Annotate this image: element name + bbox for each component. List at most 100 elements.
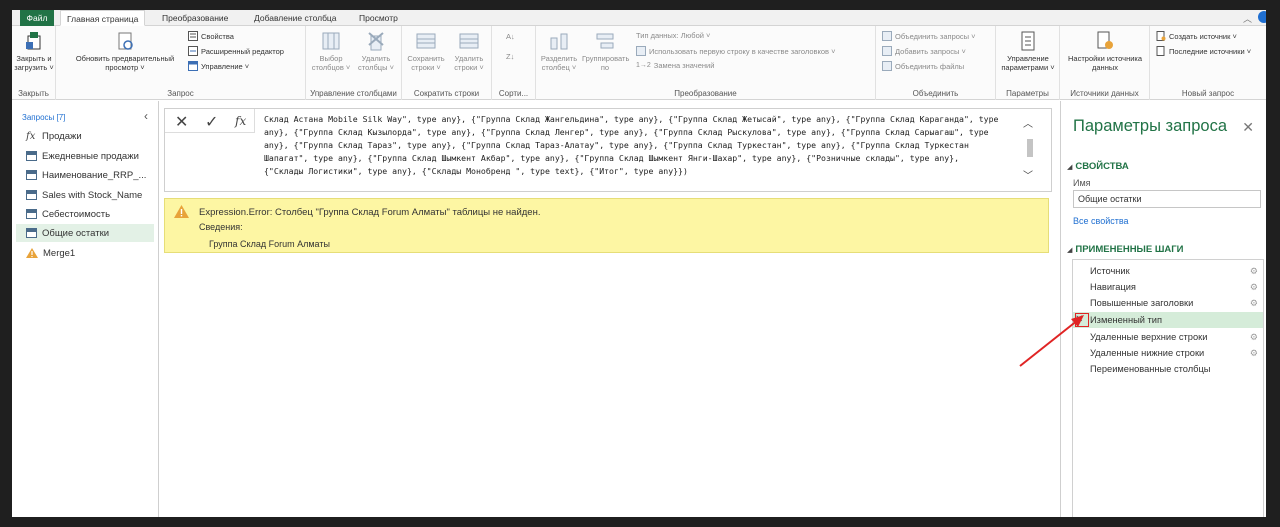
error-message-box: Expression.Error: Столбец "Группа Склад … [164,198,1049,253]
merge-queries-button[interactable]: Объединить запросы ˅ [882,31,976,41]
tab-add-column[interactable]: Добавление столбца [248,10,343,26]
table-icon [26,190,37,200]
append-queries-button[interactable]: Добавить запросы ˅ [882,46,966,56]
tab-file[interactable]: Файл [20,10,54,26]
recent-sources-button[interactable]: Последние источники ˅ [1156,46,1251,56]
chevron-up-icon[interactable]: ︿ [1023,115,1033,130]
tab-transform[interactable]: Преобразование [156,10,234,26]
step-navigation[interactable]: Навигация ⚙ [1073,279,1263,295]
step-source[interactable]: Источник ⚙ [1073,263,1263,279]
close-icon[interactable]: ✕ [1242,119,1254,136]
merge-icon [882,31,892,41]
query-item-merge1[interactable]: Merge1 [16,244,154,262]
properties-button[interactable]: Свойства [188,31,234,41]
query-item-rrp-name[interactable]: Наименование_RRP_... [16,166,154,184]
sort-ascending-button[interactable]: A↓ [506,32,515,41]
manage-button[interactable]: Управление ˅ [188,61,249,71]
replace-values-button[interactable]: 1→2 Замена значений [636,61,714,70]
refresh-preview-button[interactable]: Обновить предварительный просмотр ˅ [66,30,184,72]
data-source-settings-icon [1097,31,1113,49]
step-removed-top-rows[interactable]: Удаленные верхние строки ⚙ [1073,329,1263,345]
remove-columns-button[interactable]: Удалить столбцы ˅ [354,30,398,72]
collapse-panel-icon[interactable]: ‹ [144,109,148,123]
query-item-total-stock[interactable]: Общие остатки [16,224,154,242]
ribbon-group-manage-columns: Выбор столбцов ˅ Удалить столбцы ˅ Управ… [306,26,402,100]
tab-home[interactable]: Главная страница [60,10,146,26]
tab-view[interactable]: Просмотр [353,10,404,26]
step-removed-bottom-rows[interactable]: Удаленные нижние строки ⚙ [1073,345,1263,361]
query-name-input[interactable] [1073,190,1261,208]
ribbon-group-parameters: Управление параметрами ˅ Параметры [996,26,1060,100]
gear-icon[interactable]: ⚙ [1250,345,1258,361]
warning-icon [26,248,38,258]
combine-files-button[interactable]: Объединить файлы [882,61,964,71]
error-detail-label: Сведения: [199,222,243,232]
combine-files-icon [882,61,892,71]
data-source-settings-button[interactable]: Настройки источника данных [1068,30,1142,72]
step-renamed-columns[interactable]: Переименованные столбцы [1073,361,1263,377]
ribbon-group-sort: A↓ Z↓ Сорти... [492,26,536,100]
step-promoted-headers[interactable]: Повышенные заголовки ⚙ [1073,295,1263,311]
scroll-thumb[interactable] [1027,139,1033,157]
close-load-icon [26,32,41,50]
step-changed-type[interactable]: ✕ Измененный тип [1073,312,1263,328]
applied-steps-section-header[interactable]: ◢ ПРИМЕНЕННЫЕ ШАГИ [1067,244,1183,255]
query-item-sales-with-stock[interactable]: Sales with Stock_Name [16,186,154,204]
new-source-icon [1156,31,1166,41]
choose-columns-button[interactable]: Выбор столбцов ˅ [310,30,352,72]
formula-scrollbar[interactable]: ︿ ﹀ [1023,115,1037,185]
group-label-manage-columns: Управление столбцами [310,89,397,98]
table-icon [26,228,37,238]
formula-buttons: ✕ ✓ fx [165,109,255,133]
chevron-down-icon[interactable]: ﹀ [1023,167,1033,182]
use-first-row-headers-button[interactable]: Использовать первую строку в качестве за… [636,46,836,56]
ribbon-group-transform: Разделить столбец ˅ Группировать по Тип … [536,26,876,100]
annotation-arrow-icon [1019,315,1084,367]
gear-icon[interactable]: ⚙ [1250,263,1258,279]
query-item-sales[interactable]: fx Продажи [16,127,154,145]
gear-icon[interactable]: ⚙ [1250,279,1258,295]
collapse-triangle-icon: ◢ [1067,247,1073,254]
gear-icon[interactable]: ⚙ [1250,329,1258,345]
remove-rows-button[interactable]: Удалить строки ˅ [448,30,490,72]
cancel-formula-icon[interactable]: ✕ [175,112,188,132]
group-label-query: Запрос [167,89,194,98]
query-item-daily-sales[interactable]: Ежедневные продажи [16,147,154,165]
data-type-dropdown[interactable]: Тип данных: Любой ˅ [636,31,710,40]
split-column-button[interactable]: Разделить столбец ˅ [538,30,580,72]
manage-parameters-button[interactable]: Управление параметрами ˅ [998,30,1058,72]
query-settings-panel: Параметры запроса ✕ ◢СВОЙСТВА Имя Все св… [1060,101,1266,517]
ribbon-group-query: Обновить предварительный просмотр ˅ Свой… [56,26,306,100]
collapse-ribbon-icon[interactable]: ︿ [1243,12,1252,25]
ribbon: Закрыть и загрузить ˅ Закрыть Обновить п… [12,26,1266,100]
parameters-icon [1021,31,1035,51]
close-load-button[interactable]: Закрыть и загрузить ˅ [14,30,54,72]
properties-section-header[interactable]: ◢ СВОЙСТВА [1067,161,1129,172]
replace-values-icon: 1→2 [636,62,651,69]
queries-header[interactable]: Запросы [7] [22,113,65,122]
queries-panel: Запросы [7] ‹ fx Продажи Ежедневные прод… [12,101,159,517]
ribbon-group-combine: Объединить запросы ˅ Добавить запросы ˅ … [876,26,996,100]
group-by-icon [596,33,614,49]
remove-rows-icon [459,33,479,49]
sort-descending-button[interactable]: Z↓ [506,52,514,61]
ribbon-group-reduce-rows: Сохранить строки ˅ Удалить строки ˅ Сокр… [402,26,492,100]
ribbon-group-new-query: Создать источник ˅ Последние источники ˅… [1150,26,1266,100]
new-source-button[interactable]: Создать источник ˅ [1156,31,1237,41]
sort-descending-icon: Z↓ [506,52,515,61]
remove-columns-icon [368,32,384,51]
gear-icon[interactable]: ⚙ [1250,295,1258,311]
advanced-editor-button[interactable]: Расширенный редактор [188,46,284,56]
query-item-cost[interactable]: Себестоимость [16,205,154,223]
formula-text[interactable]: Склад Астана Mobile Silk Way", type any}… [264,113,999,178]
error-title: Expression.Error: Столбец "Группа Склад … [199,207,541,218]
keep-rows-button[interactable]: Сохранить строки ˅ [404,30,448,72]
group-by-button[interactable]: Группировать по [582,30,629,72]
fx-icon[interactable]: fx [235,114,246,128]
help-icon[interactable] [1258,11,1266,23]
all-properties-link[interactable]: Все свойства [1073,216,1129,226]
group-label-reduce-rows: Сократить строки [413,89,480,98]
fx-icon: fx [26,130,36,142]
confirm-formula-icon[interactable]: ✓ [205,112,218,132]
group-label-sort: Сорти... [498,89,529,98]
